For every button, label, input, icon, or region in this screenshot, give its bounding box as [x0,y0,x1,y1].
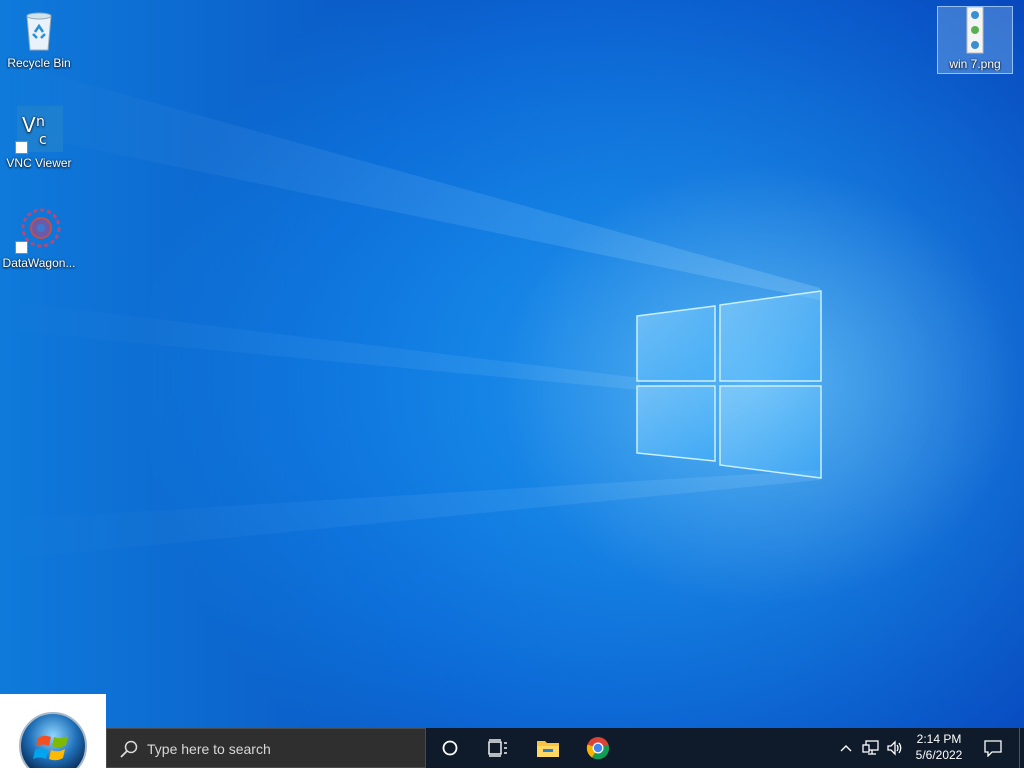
shortcut-arrow-icon [15,241,28,254]
desktop-icon-label: win 7.png [949,57,1001,71]
network-button[interactable] [860,728,882,768]
clock-date: 5/6/2022 [915,748,963,762]
cortana-icon [442,740,458,756]
chrome-icon [586,737,610,760]
volume-button[interactable] [884,728,906,768]
datawagon-icon [15,206,63,254]
clock[interactable]: 2:14 PM 5/6/2022 [904,728,974,768]
png-file-icon [951,6,999,55]
desktop-icon-vnc-viewer[interactable]: V n c VNC Viewer [1,106,77,170]
svg-text:V: V [22,113,36,137]
show-desktop-button[interactable] [1019,728,1024,768]
desktop-icon-recycle-bin[interactable]: Recycle Bin [1,6,77,70]
svg-text:n: n [36,114,45,130]
desktop-icon-label: DataWagon... [2,256,76,270]
search-icon [120,740,138,758]
chrome-button[interactable] [574,728,622,768]
desktop-icon-label: VNC Viewer [6,156,72,170]
search-box[interactable]: Type here to search [106,728,426,768]
recycle-bin-icon [15,6,63,54]
desktop[interactable]: Recycle Bin V n c VNC Viewer DataWagon..… [0,0,1024,728]
clock-time: 2:14 PM [916,732,962,746]
vnc-viewer-icon: V n c [15,106,63,154]
action-center-button[interactable] [978,728,1008,768]
action-center-icon [984,740,1002,757]
desktop-icon-win7-png[interactable]: win 7.png [937,6,1013,74]
shortcut-arrow-icon [15,141,28,154]
svg-text:c: c [39,132,47,148]
show-hidden-icons-button[interactable] [836,728,856,768]
task-view-icon [488,739,507,757]
windows-7-start-orb-icon [19,712,87,773]
cortana-button[interactable] [426,728,474,768]
file-explorer-icon [537,741,559,757]
volume-icon [887,740,902,756]
search-placeholder: Type here to search [147,741,271,757]
start-button[interactable] [0,694,106,773]
desktop-icon-label: Recycle Bin [7,56,71,70]
show-hidden-icons-chevron-icon [840,745,852,752]
network-icon [862,740,879,755]
desktop-icon-datawagon[interactable]: DataWagon... [1,206,77,270]
file-explorer-button[interactable] [524,728,572,768]
wallpaper-windows-logo [0,60,1020,605]
task-view-button[interactable] [474,728,522,768]
